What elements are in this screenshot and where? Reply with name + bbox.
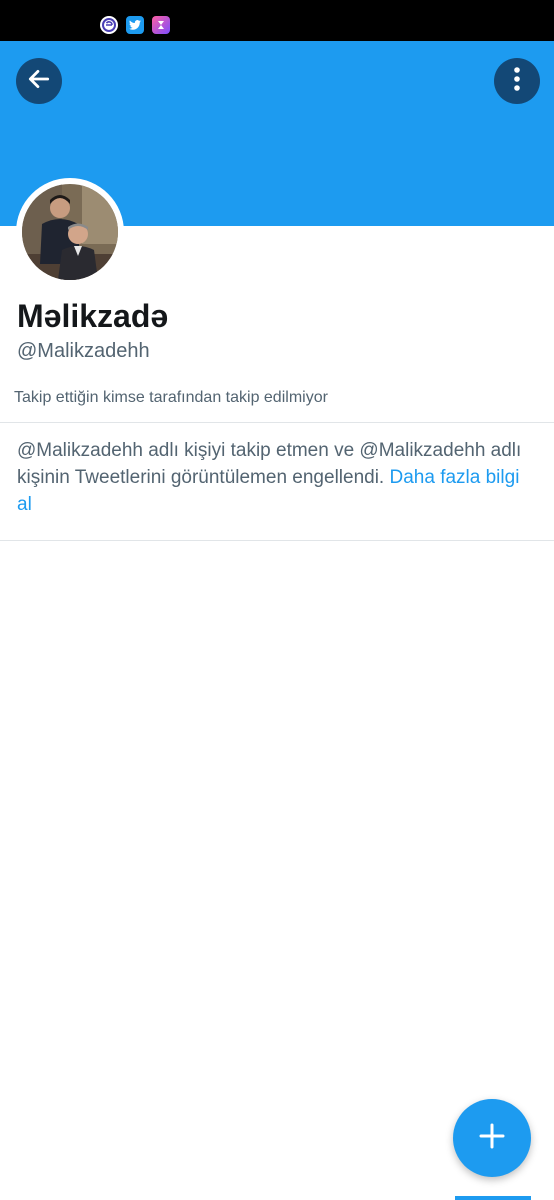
arrow-left-icon: [26, 66, 52, 97]
more-vertical-icon: [513, 66, 521, 97]
twitter-icon: [126, 16, 144, 34]
divider-top: [0, 422, 554, 423]
divider-bottom: [0, 540, 554, 541]
plus-icon: [478, 1122, 506, 1155]
blocked-notice: @Malikzadehh adlı kişiyi takip etmen ve …: [17, 437, 537, 518]
display-name: Məlikzadə: [17, 298, 169, 334]
status-bar: [0, 0, 554, 41]
shortcut-app-icon: [152, 16, 170, 34]
compose-tweet-button[interactable]: [453, 1099, 531, 1177]
back-button[interactable]: [16, 58, 62, 104]
profile-avatar-frame[interactable]: [16, 178, 124, 286]
e-app-icon: [100, 16, 118, 34]
follow-context-note: Takip ettiğin kimse tarafından takip edi…: [14, 389, 328, 406]
avatar: [22, 184, 118, 280]
more-options-button[interactable]: [494, 58, 540, 104]
profile-handle: @Malikzadehh: [17, 340, 150, 362]
bottom-tab-indicator: [455, 1196, 531, 1200]
